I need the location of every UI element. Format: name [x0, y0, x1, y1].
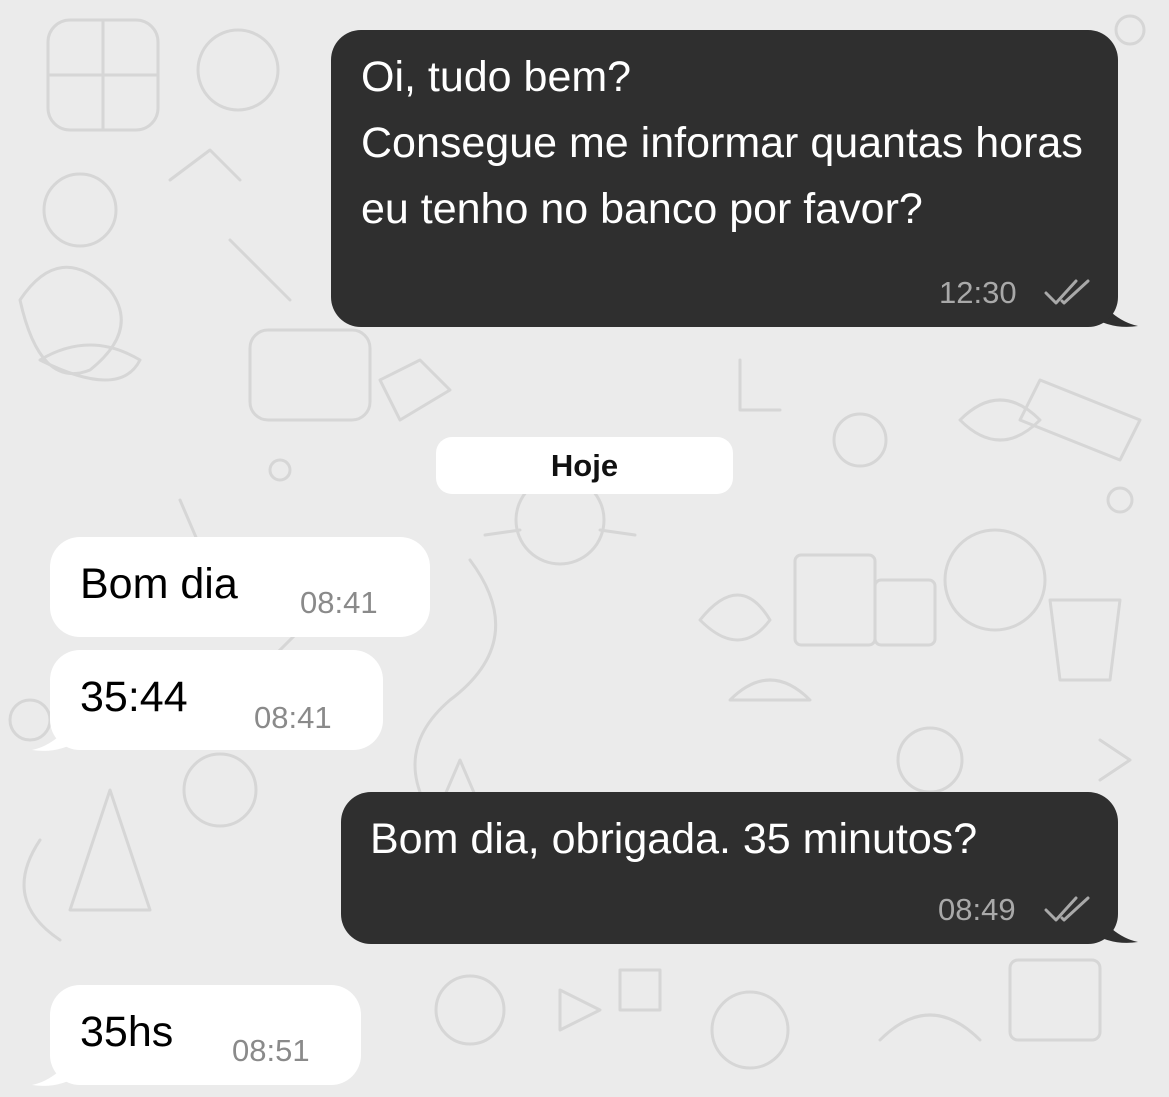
incoming-message[interactable]: Bom dia 08:41	[50, 537, 430, 637]
double-check-icon	[1044, 279, 1090, 305]
outgoing-message[interactable]: Oi, tudo bem? Consegue me informar quant…	[331, 30, 1118, 327]
message-timestamp: 08:49	[938, 892, 1016, 927]
message-timestamp: 08:41	[300, 585, 378, 620]
outgoing-message[interactable]: Bom dia, obrigada. 35 minutos? 08:49	[341, 792, 1118, 944]
message-text: 35:44	[80, 673, 188, 721]
double-check-icon	[1044, 896, 1090, 922]
message-timestamp: 08:41	[254, 700, 332, 735]
message-timestamp: 08:51	[232, 1033, 310, 1068]
incoming-message[interactable]: 35:44 08:41	[50, 650, 383, 750]
incoming-message[interactable]: 35hs 08:51	[50, 985, 361, 1085]
chat-view: Oi, tudo bem? Consegue me informar quant…	[0, 0, 1169, 1097]
message-text: Bom dia	[80, 560, 238, 608]
message-text: Oi, tudo bem? Consegue me informar quant…	[361, 53, 1083, 233]
message-timestamp: 12:30	[939, 275, 1017, 310]
date-separator: Hoje	[436, 437, 733, 494]
message-text: Bom dia, obrigada. 35 minutos?	[370, 815, 978, 863]
message-text: 35hs	[80, 1008, 174, 1056]
